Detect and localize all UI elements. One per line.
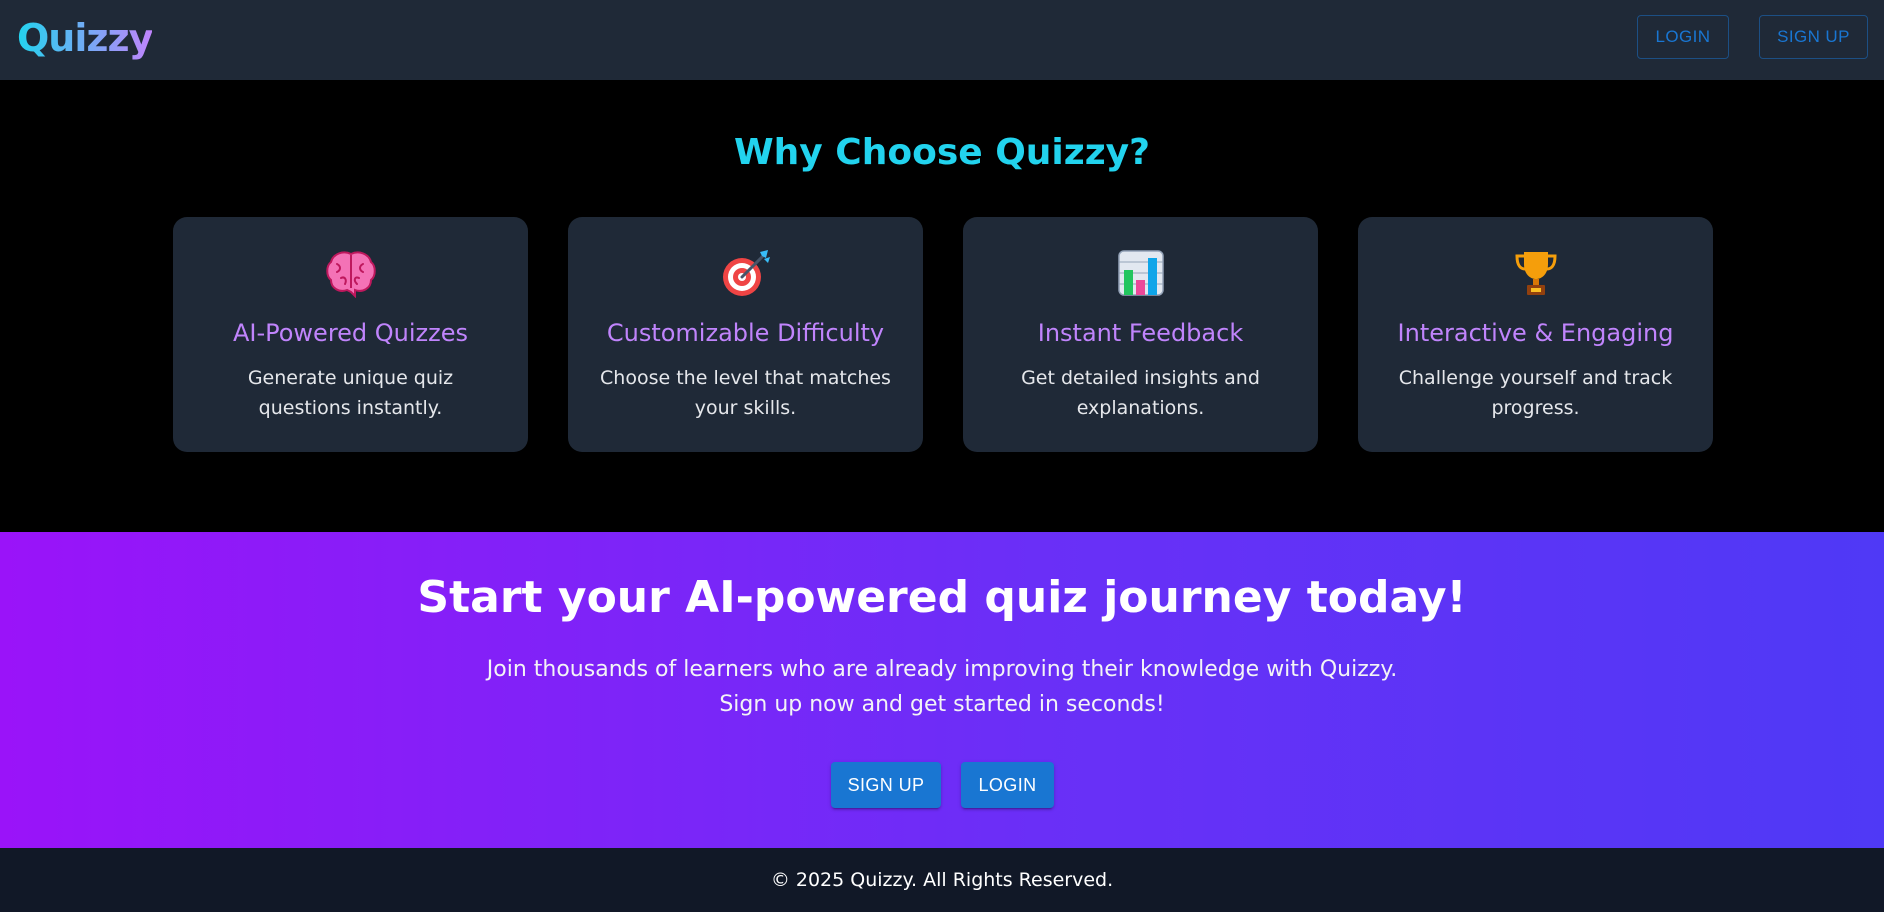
- cta-section: Start your AI-powered quiz journey today…: [0, 532, 1884, 848]
- feature-title: Customizable Difficulty: [606, 319, 885, 347]
- feature-title: AI-Powered Quizzes: [232, 319, 469, 347]
- cta-signup-button[interactable]: SIGN UP: [831, 762, 941, 808]
- header-signup-button[interactable]: SIGN UP: [1759, 15, 1868, 59]
- cta-text-line: Sign up now and get started in seconds!: [719, 692, 1165, 717]
- feature-card-difficulty: Customizable Difficulty Choose the level…: [568, 217, 923, 452]
- feature-card-feedback: Instant Feedback Get detailed insights a…: [963, 217, 1318, 452]
- trophy-icon: [1358, 245, 1713, 301]
- feature-description: Generate unique quiz questions instantly…: [247, 367, 454, 419]
- feature-title: Interactive & Engaging: [1397, 319, 1674, 347]
- bar-chart-icon: [963, 245, 1318, 301]
- feature-card-ai: AI-Powered Quizzes Generate unique quiz …: [173, 217, 528, 452]
- feature-card-interactive: Interactive & Engaging Challenge yoursel…: [1358, 217, 1713, 452]
- navbar: Quizzy LOGIN SIGN UP: [0, 0, 1884, 80]
- feature-description: Choose the level that matches your skill…: [600, 367, 891, 419]
- cta-description: Join thousands of learners who are alrea…: [0, 652, 1884, 722]
- copyright-text: © 2025 Quizzy. All Rights Reserved.: [770, 869, 1114, 891]
- features-title: Why Choose Quizzy?: [733, 132, 1151, 173]
- feature-title: Instant Feedback: [1037, 319, 1244, 347]
- feature-description: Challenge yourself and track progress.: [1398, 367, 1673, 419]
- header-login-button[interactable]: LOGIN: [1637, 15, 1729, 59]
- footer: © 2025 Quizzy. All Rights Reserved.: [0, 848, 1884, 912]
- features-section: Why Choose Quizzy? AI-Powered Quizzes Ge…: [0, 80, 1884, 532]
- cta-text-line: Join thousands of learners who are alrea…: [486, 657, 1398, 682]
- cta-login-button[interactable]: LOGIN: [961, 762, 1054, 808]
- brain-icon: [173, 245, 528, 301]
- target-icon: [568, 245, 923, 301]
- cta-title: Start your AI-powered quiz journey today…: [417, 572, 1467, 623]
- feature-description: Get detailed insights and explanations.: [1021, 367, 1260, 419]
- brand-logo[interactable]: Quizzy: [17, 16, 153, 60]
